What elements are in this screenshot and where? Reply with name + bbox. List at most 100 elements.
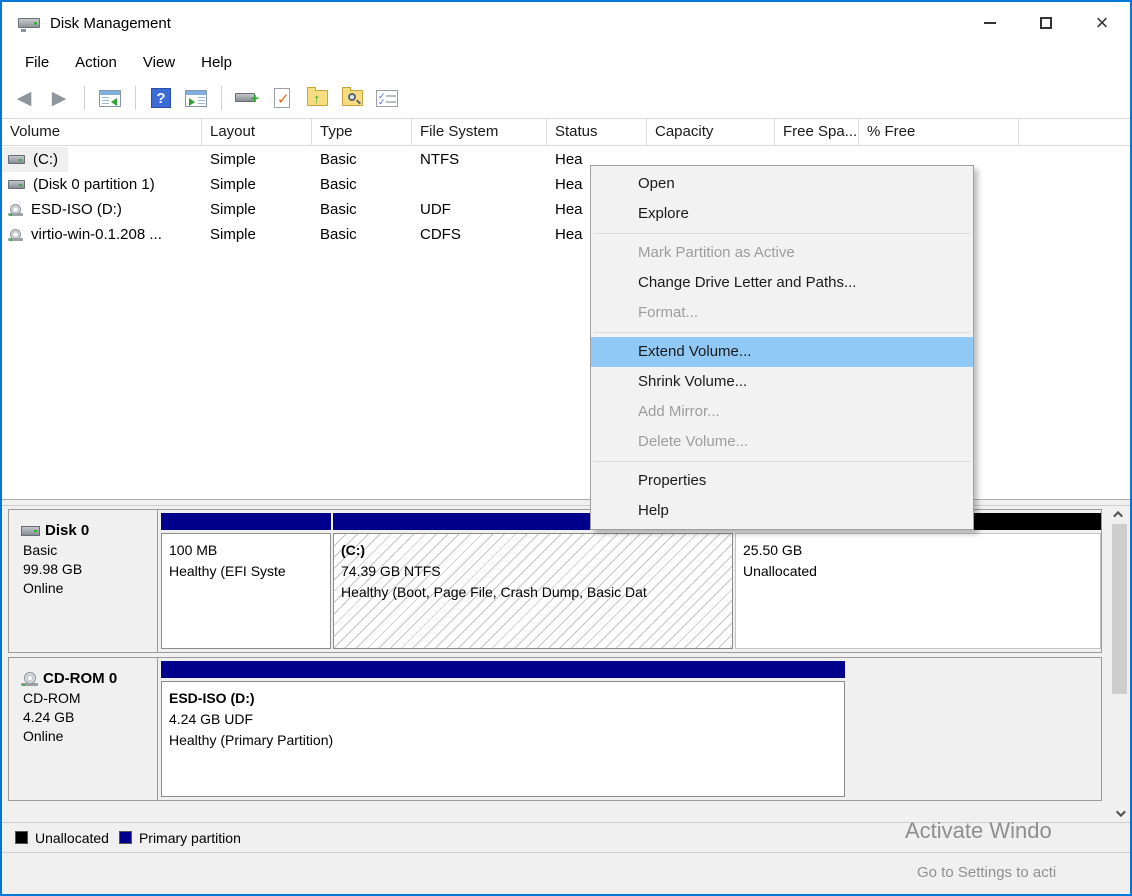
cd-rom-icon [8, 229, 23, 241]
menu-help[interactable]: Help [188, 50, 245, 75]
menu-item-change-drive-letter-and-paths[interactable]: Change Drive Letter and Paths... [591, 268, 973, 298]
context-menu: Open Explore Mark Partition as Active Ch… [590, 165, 974, 530]
cd-rom-icon [21, 672, 38, 686]
column-header-capacity[interactable]: Capacity [647, 119, 775, 146]
scroll-up-button[interactable] [1111, 506, 1128, 523]
partition-c[interactable]: (C:) 74.39 GB NTFS Healthy (Boot, Page F… [333, 513, 733, 649]
menu-action[interactable]: Action [62, 50, 130, 75]
help-button[interactable]: ? [147, 84, 175, 112]
close-icon: × [1096, 13, 1109, 33]
console-tree-icon [99, 90, 121, 107]
maximize-button[interactable] [1018, 2, 1074, 44]
toolbar-separator [135, 86, 136, 110]
menu-item-add-mirror: Add Mirror... [591, 397, 973, 427]
menu-separator [593, 332, 971, 333]
type-cell: Basic [312, 222, 412, 247]
back-button[interactable]: ◀ [10, 84, 38, 112]
disk-name: Disk 0 [45, 522, 89, 539]
column-header-file-system[interactable]: File System [412, 119, 547, 146]
partition-unallocated[interactable]: 25.50 GB Unallocated [735, 513, 1101, 649]
checklist-button[interactable]: ✓✓ [373, 84, 401, 112]
check-document-button[interactable]: ✓ [268, 84, 296, 112]
scrollbar-thumb[interactable] [1112, 524, 1127, 694]
partition-status: Healthy (Primary Partition) [169, 730, 844, 751]
folder-up-button[interactable]: ↑ [303, 84, 331, 112]
close-button[interactable]: × [1074, 2, 1130, 44]
disk-drive-icon [18, 16, 40, 32]
disk-status: Online [21, 728, 157, 744]
file-system-cell [412, 172, 547, 197]
forward-arrow-icon: ▶ [52, 89, 67, 108]
folder-search-button[interactable] [338, 84, 366, 112]
rescan-disks-button[interactable]: + [233, 84, 261, 112]
disk-status: Online [21, 580, 157, 596]
volume-cell[interactable]: (Disk 0 partition 1) [2, 172, 165, 197]
volume-cell[interactable]: ESD-ISO (D:) [2, 197, 132, 222]
menu-separator [593, 461, 971, 462]
primary-partition-band [161, 661, 845, 678]
volume-name: virtio-win-0.1.208 ... [31, 222, 162, 247]
vertical-scrollbar[interactable] [1111, 506, 1128, 822]
type-cell: Basic [312, 197, 412, 222]
disk0-label-panel[interactable]: Disk 0 Basic 99.98 GB Online [9, 510, 158, 652]
partition-title: (C:) [341, 540, 732, 561]
menu-item-explore[interactable]: Explore [591, 199, 973, 229]
disk-size: 99.98 GB [21, 561, 157, 577]
column-header-percent-free[interactable]: % Free [859, 119, 1019, 146]
file-system-cell: CDFS [412, 222, 547, 247]
menu-item-properties[interactable]: Properties [591, 466, 973, 496]
menu-file[interactable]: File [12, 50, 62, 75]
title-bar: Disk Management × [2, 2, 1130, 46]
chevron-down-icon [1116, 807, 1126, 817]
column-header-type[interactable]: Type [312, 119, 412, 146]
file-system-cell: UDF [412, 197, 547, 222]
checklist-icon: ✓✓ [376, 90, 398, 107]
menu-view[interactable]: View [130, 50, 188, 75]
volume-name: (C:) [33, 147, 58, 172]
menu-bar: File Action View Help [2, 46, 1130, 78]
file-system-cell: NTFS [412, 147, 547, 172]
menu-item-open[interactable]: Open [591, 169, 973, 199]
partition-size: 4.24 GB UDF [169, 709, 844, 730]
volume-name: ESD-ISO (D:) [31, 197, 122, 222]
menu-item-shrink-volume[interactable]: Shrink Volume... [591, 367, 973, 397]
primary-partition-band [161, 513, 331, 530]
maximize-icon [1040, 17, 1052, 29]
partition-status: Healthy (Boot, Page File, Crash Dump, Ba… [341, 582, 732, 603]
forward-button[interactable]: ▶ [45, 84, 73, 112]
action-pane-toggle-button[interactable] [182, 84, 210, 112]
volume-cell[interactable]: (C:) [2, 147, 68, 172]
layout-cell: Simple [202, 197, 312, 222]
menu-item-help[interactable]: Help [591, 496, 973, 526]
scroll-down-button[interactable] [1111, 805, 1128, 822]
partition-size: 100 MB [169, 540, 330, 561]
cdrom0-label-panel[interactable]: CD-ROM 0 CD-ROM 4.24 GB Online [9, 658, 158, 800]
menu-item-extend-volume[interactable]: Extend Volume... [591, 337, 973, 367]
column-header-layout[interactable]: Layout [202, 119, 312, 146]
column-header-status[interactable]: Status [547, 119, 647, 146]
disk-kind: Basic [21, 542, 157, 558]
back-arrow-icon: ◀ [17, 89, 32, 108]
volume-cell[interactable]: virtio-win-0.1.208 ... [2, 222, 172, 247]
folder-search-icon [342, 90, 363, 106]
partition-title: ESD-ISO (D:) [169, 688, 844, 709]
disk-management-window: Disk Management × File Action View Help … [0, 0, 1132, 896]
console-tree-toggle-button[interactable] [96, 84, 124, 112]
help-icon: ? [151, 88, 171, 108]
type-cell: Basic [312, 172, 412, 197]
partition-esd-iso[interactable]: ESD-ISO (D:) 4.24 GB UDF Healthy (Primar… [161, 661, 845, 797]
partition-status: Unallocated [743, 561, 1100, 582]
volume-name: (Disk 0 partition 1) [33, 172, 155, 197]
layout-cell: Simple [202, 222, 312, 247]
partition-efi[interactable]: 100 MB Healthy (EFI Syste [161, 513, 331, 649]
activate-windows-watermark-subtext: Go to Settings to acti [917, 864, 1056, 881]
disk-size: 4.24 GB [21, 709, 157, 725]
minimize-button[interactable] [962, 2, 1018, 44]
hard-disk-icon [8, 180, 25, 189]
column-header-free-space[interactable]: Free Spa... [775, 119, 859, 146]
menu-item-format: Format... [591, 298, 973, 328]
column-header-volume[interactable]: Volume [2, 119, 202, 146]
toolbar-separator [84, 86, 85, 110]
hard-disk-icon [8, 155, 25, 164]
table-header: Volume Layout Type File System Status Ca… [2, 119, 1130, 146]
